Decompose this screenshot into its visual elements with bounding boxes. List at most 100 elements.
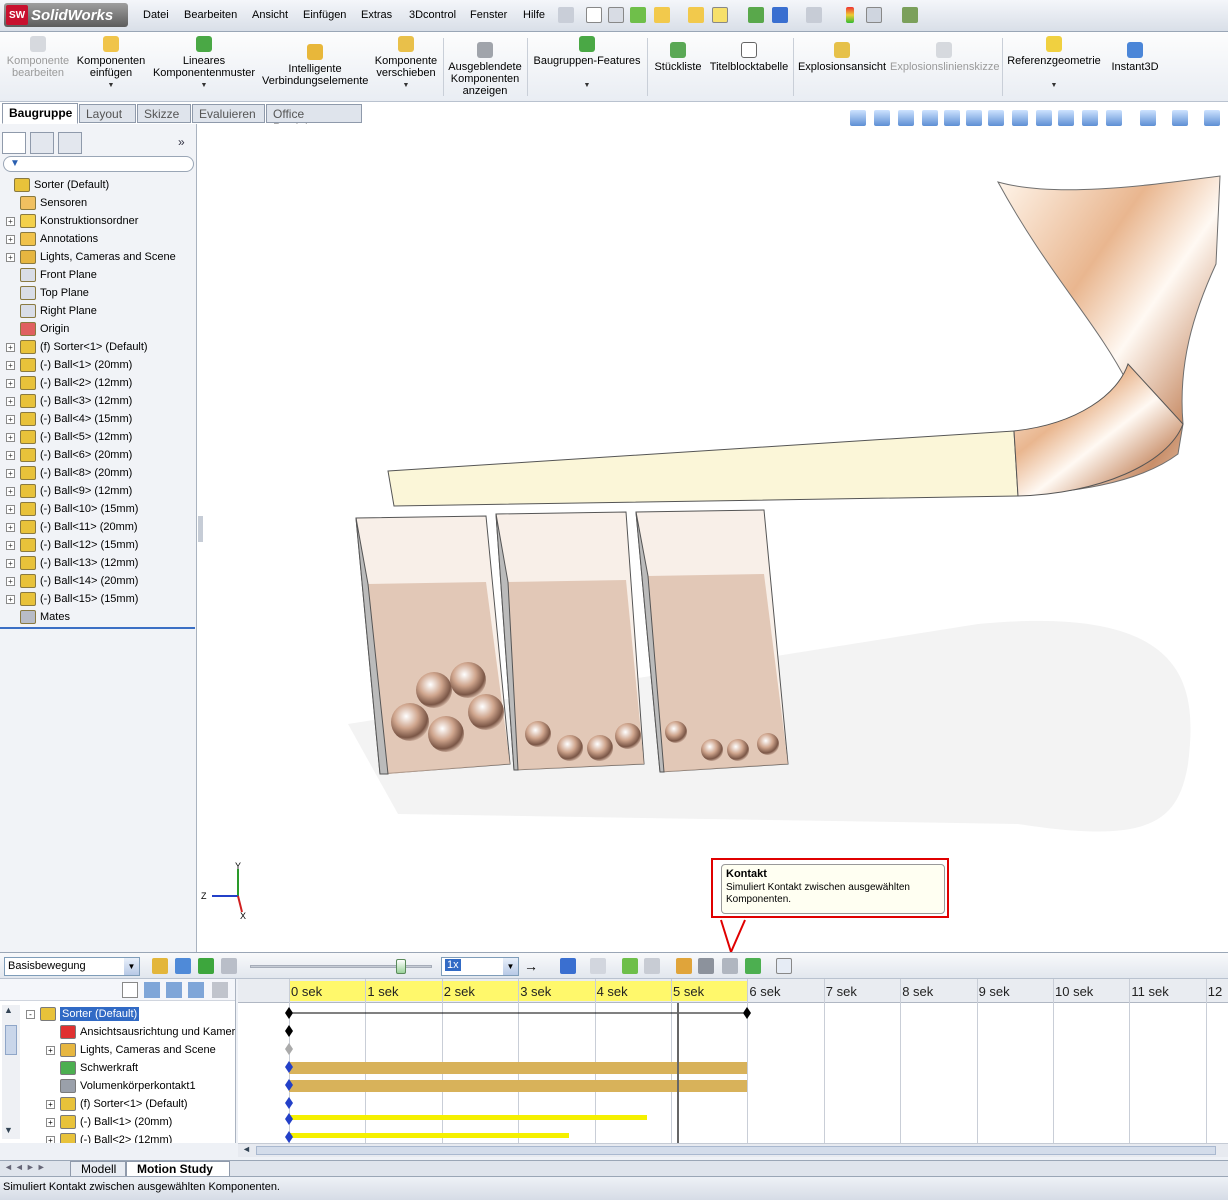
timeline-tracks[interactable] <box>238 979 1228 1143</box>
animation-wizard-icon[interactable] <box>590 958 606 974</box>
timeline-horizontal-scrollbar[interactable]: ◄ <box>238 1143 1228 1157</box>
tab-evaluieren[interactable]: Evaluieren <box>192 104 265 123</box>
view-right-icon[interactable] <box>988 110 1004 126</box>
add-key-icon[interactable] <box>644 958 660 974</box>
tab-skizze[interactable]: Skizze <box>137 104 191 123</box>
tree-node[interactable]: Sensoren <box>0 194 195 212</box>
dropdown-arrow-icon[interactable]: ▼ <box>530 80 644 92</box>
view-bottom-icon[interactable] <box>1036 110 1052 126</box>
title-block-table-button[interactable]: Titelblocktabelle <box>708 42 790 73</box>
expand-toggle-icon[interactable]: + <box>6 414 15 424</box>
study-type-select[interactable]: Basisbewegung ▼ <box>4 957 140 976</box>
expand-toggle-icon[interactable]: + <box>6 252 15 262</box>
ball1-track-bar[interactable] <box>289 1115 647 1120</box>
make-assembly-icon[interactable] <box>630 7 646 23</box>
tree-node[interactable]: + (-) Ball<2> (12mm) <box>0 374 195 392</box>
insert-components-button[interactable]: Komponenten einfügen ▼ <box>76 36 146 92</box>
graphics-area[interactable]: Y Z X <box>198 124 1228 952</box>
tree-node[interactable]: + (-) Ball<11> (20mm) <box>0 518 195 536</box>
menu-hilfe[interactable]: Hilfe <box>523 9 545 21</box>
tree-node[interactable]: + (-) Ball<3> (12mm) <box>0 392 195 410</box>
expand-toggle-icon[interactable]: + <box>6 540 15 550</box>
spring-icon[interactable] <box>698 958 714 974</box>
instant3d-button[interactable]: Instant3D <box>1106 42 1164 73</box>
expand-toggle-icon[interactable]: + <box>6 396 15 406</box>
dropdown-arrow-icon[interactable]: ▼ <box>1006 80 1102 92</box>
explode-line-sketch-button[interactable]: Explosionslinienskizze <box>890 42 999 73</box>
motion-tree-node[interactable]: Schwerkraft <box>60 1059 138 1077</box>
expand-toggle-icon[interactable]: + <box>6 342 15 352</box>
tree-node[interactable]: + (-) Ball<4> (15mm) <box>0 410 195 428</box>
reference-geometry-button[interactable]: Referenzgeometrie ▼ <box>1006 36 1102 92</box>
expand-toggle-icon[interactable]: + <box>6 576 15 586</box>
chevron-down-icon[interactable]: ▼ <box>124 958 139 975</box>
traffic-light-icon[interactable] <box>846 7 854 23</box>
expand-toggle-icon[interactable]: + <box>46 1045 55 1055</box>
motion-tree-node[interactable]: Ansichtsausrichtung und Kamer.. <box>60 1023 235 1041</box>
tree-node[interactable]: + (-) Ball<6> (20mm) <box>0 446 195 464</box>
tree-node[interactable]: + (-) Ball<10> (15mm) <box>0 500 195 518</box>
expand-toggle-icon[interactable]: + <box>6 504 15 514</box>
expand-toggle-icon[interactable]: + <box>6 234 15 244</box>
tree-node[interactable]: Front Plane <box>0 266 195 284</box>
apply-scene-icon[interactable] <box>1204 110 1220 126</box>
tab-modell[interactable]: Modell <box>70 1161 126 1177</box>
chevron-down-icon[interactable]: ▼ <box>503 958 518 975</box>
menu-fenster[interactable]: Fenster <box>470 9 507 21</box>
scroll-up-icon[interactable]: ▲ <box>4 1005 13 1015</box>
redo-icon[interactable] <box>806 7 822 23</box>
assembly-features-button[interactable]: Baugruppen-Features ▼ <box>530 36 644 92</box>
tree-node[interactable]: + Annotations <box>0 230 195 248</box>
display-style-icon[interactable] <box>1106 110 1122 126</box>
expand-toggle-icon[interactable]: - <box>26 1009 35 1019</box>
key-point[interactable] <box>285 1113 293 1125</box>
expand-toggle-icon[interactable]: + <box>6 468 15 478</box>
bom-button[interactable]: Stückliste <box>652 42 704 73</box>
tree-node[interactable]: + (-) Ball<14> (20mm) <box>0 572 195 590</box>
scroll-thumb[interactable] <box>5 1025 17 1055</box>
motion-tree-node[interactable]: - Sorter (Default) <box>26 1005 140 1023</box>
open-folder-icon[interactable] <box>688 7 704 23</box>
autokey-icon[interactable] <box>622 958 638 974</box>
tab-office-produkte[interactable]: Office Produkte <box>266 104 362 135</box>
expand-toggle-icon[interactable]: + <box>6 594 15 604</box>
menu-ansicht[interactable]: Ansicht <box>252 9 288 21</box>
view-back-icon[interactable] <box>944 110 960 126</box>
view-left-icon[interactable] <box>966 110 982 126</box>
tree-node[interactable]: + (-) Ball<1> (20mm) <box>0 356 195 374</box>
filter-results-icon[interactable] <box>212 982 228 998</box>
tree-node[interactable]: + (-) Ball<5> (12mm) <box>0 428 195 446</box>
tree-node[interactable]: + (-) Ball<9> (12mm) <box>0 482 195 500</box>
options-icon[interactable] <box>866 7 882 23</box>
tree-node[interactable]: + (-) Ball<12> (15mm) <box>0 536 195 554</box>
model-viewport[interactable]: Y Z X <box>198 124 1228 952</box>
motion-tree-node[interactable]: + (-) Ball<1> (20mm) <box>46 1113 172 1131</box>
key-point[interactable] <box>285 1007 293 1019</box>
motor-icon[interactable] <box>676 958 692 974</box>
smart-fasteners-button[interactable]: Intelligente Verbindungselemente <box>262 44 368 87</box>
new-from-template-icon[interactable] <box>608 7 624 23</box>
scroll-left-icon[interactable]: ◄ <box>242 1144 251 1154</box>
tree-node[interactable]: Mates <box>0 608 195 626</box>
menu-extras[interactable]: Extras <box>361 9 392 21</box>
panel-splitter-handle[interactable] <box>198 516 203 542</box>
play-from-start-icon[interactable] <box>175 958 191 974</box>
exploded-view-button[interactable]: Explosionsansicht <box>796 42 888 73</box>
filter-icon[interactable]: ▼ <box>10 158 20 169</box>
tree-node[interactable]: + Lights, Cameras and Scene <box>0 248 195 266</box>
playback-mode-icon[interactable]: → <box>524 958 540 974</box>
feature-tree-tab-icon[interactable] <box>2 132 26 154</box>
contact-icon[interactable] <box>722 958 738 974</box>
key-point[interactable] <box>285 1097 293 1109</box>
tree-rollback-bar[interactable] <box>0 627 195 629</box>
undo-icon[interactable] <box>772 7 788 23</box>
rebuild-icon[interactable] <box>748 7 764 23</box>
playback-speed-select[interactable]: 1x ▼ <box>441 957 519 976</box>
solidworks-logo[interactable]: SW SolidWorks <box>4 3 128 27</box>
key-point[interactable] <box>285 1131 293 1143</box>
filter-driving-icon[interactable] <box>166 982 182 998</box>
expand-toggle-icon[interactable]: + <box>6 450 15 460</box>
tree-node[interactable]: Sorter (Default) <box>0 176 195 194</box>
expand-toggle-icon[interactable]: + <box>6 522 15 532</box>
expand-toggle-icon[interactable]: + <box>6 558 15 568</box>
